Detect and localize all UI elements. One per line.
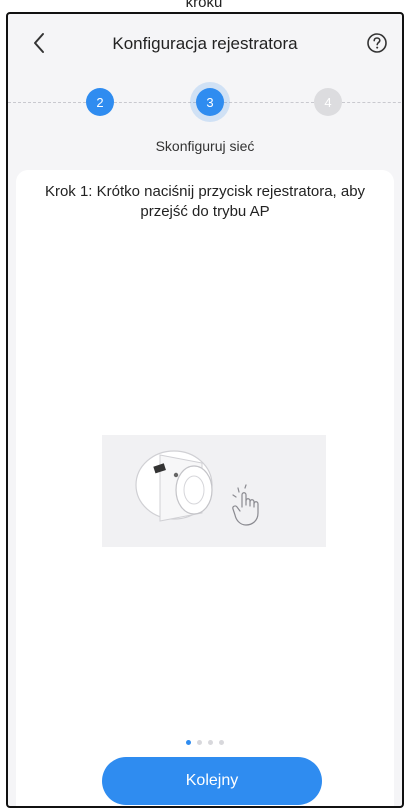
step-connector: [8, 102, 86, 103]
step-connector: [224, 102, 314, 103]
page-title: Konfiguracja rejestratora: [112, 34, 298, 53]
page-dot: [186, 740, 191, 745]
page-dot: [197, 740, 202, 745]
page-indicator: [16, 740, 394, 745]
chevron-left-icon: [34, 33, 44, 53]
step-connector: [114, 102, 196, 103]
header: Konfiguracja rejestratora: [8, 14, 402, 74]
help-button[interactable]: [362, 28, 392, 58]
step-progress: 2 3 4: [8, 82, 402, 122]
back-button[interactable]: [24, 28, 54, 58]
step-4-indicator: 4: [314, 88, 342, 116]
instruction-text: Krok 1: Krótko naciśnij przycisk rejestr…: [44, 183, 366, 220]
instruction-card: Krok 1: Krótko naciśnij przycisk rejestr…: [16, 170, 394, 806]
step-connector: [342, 102, 402, 103]
next-button[interactable]: Kolejny: [102, 757, 322, 805]
device-press-button-illustration: [102, 435, 326, 547]
step-3-indicator: 3: [196, 88, 224, 116]
question-circle-icon: [367, 33, 387, 53]
phone-frame: Konfiguracja rejestratora 2 3 4 Skonfigu…: [6, 12, 404, 808]
page-dot: [219, 740, 224, 745]
current-step-label: Skonfiguruj sieć: [155, 138, 255, 154]
step-2-indicator: 2: [86, 88, 114, 116]
page-dot: [208, 740, 213, 745]
